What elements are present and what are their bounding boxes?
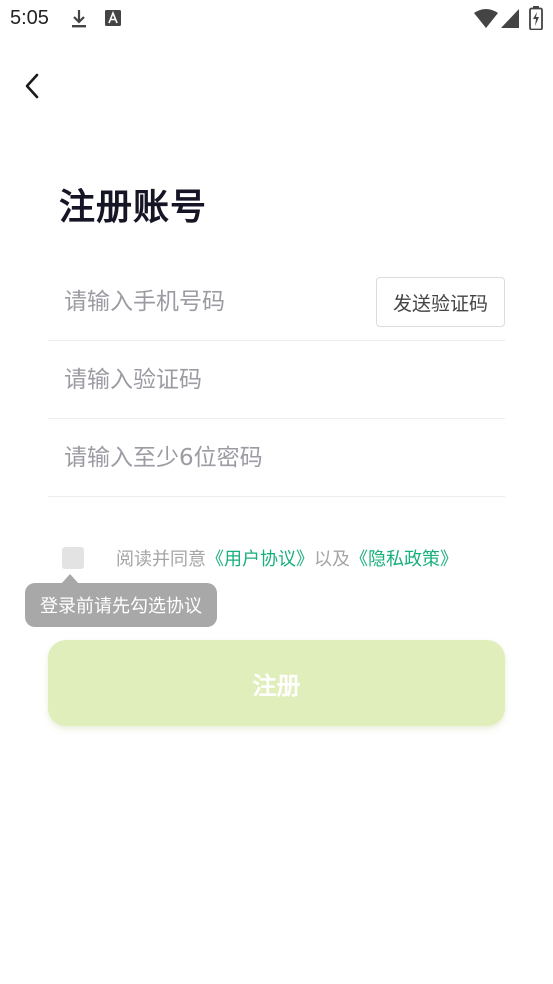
chevron-left-icon: [22, 72, 42, 104]
agreement-row: 阅读并同意 《用户协议》 以及 《隐私政策》: [62, 545, 458, 571]
verification-code-input[interactable]: [64, 341, 364, 418]
back-button[interactable]: [14, 68, 50, 108]
code-field-row: [48, 341, 505, 419]
wifi-icon: [474, 9, 498, 32]
page-title: 注册账号: [59, 187, 208, 228]
agreement-tooltip: 登录前请先勾选协议: [25, 583, 217, 627]
password-input[interactable]: [64, 419, 364, 496]
font-icon: [105, 10, 121, 30]
download-icon: [70, 9, 88, 33]
signal-icon: [501, 9, 519, 32]
privacy-policy-link[interactable]: 《隐私政策》: [350, 545, 458, 571]
phone-input[interactable]: [64, 263, 364, 340]
agreement-checkbox[interactable]: [62, 547, 84, 569]
user-agreement-link[interactable]: 《用户协议》: [206, 545, 314, 571]
send-code-button[interactable]: 发送验证码: [376, 277, 505, 327]
agreement-connector: 以及: [314, 549, 350, 570]
register-button[interactable]: 注册: [48, 640, 505, 726]
phone-field-row: 发送验证码: [48, 263, 505, 341]
status-bar: 5:05: [0, 0, 553, 36]
password-field-row: [48, 419, 505, 497]
agreement-prefix: 阅读并同意: [116, 549, 206, 570]
status-time: 5:05: [10, 7, 49, 29]
battery-charging-icon: [529, 6, 543, 34]
